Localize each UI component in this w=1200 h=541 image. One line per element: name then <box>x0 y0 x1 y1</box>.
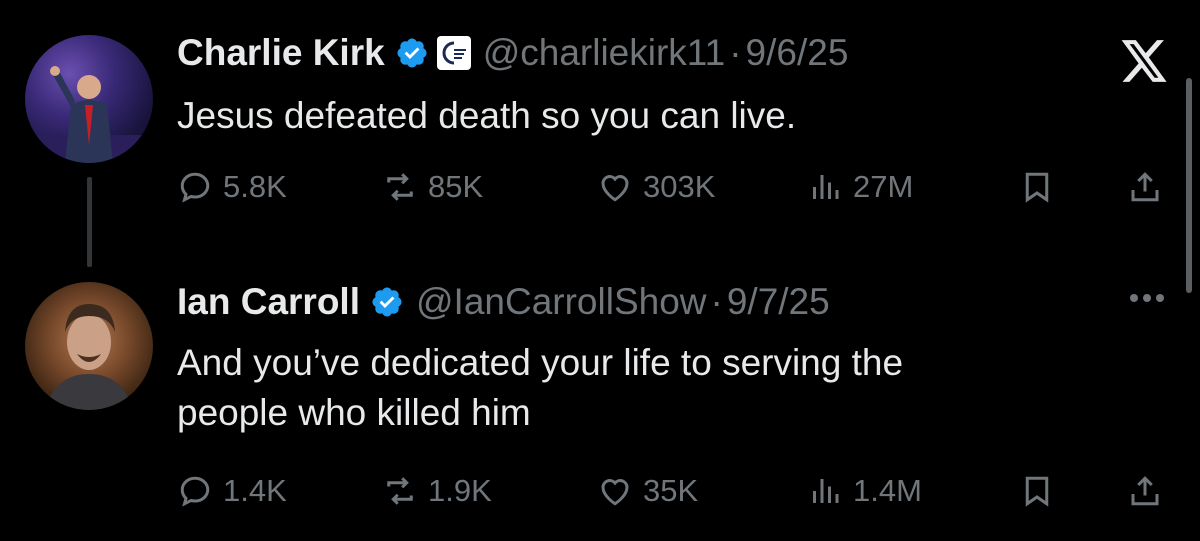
bookmark-button[interactable] <box>1019 167 1065 207</box>
bookmark-icon <box>1025 476 1049 507</box>
share-button[interactable] <box>1127 167 1173 207</box>
like-count: 35K <box>643 473 699 508</box>
separator-dot: · <box>729 32 742 73</box>
tweet-header: Ian Carroll @IanCarrollShow · 9/7/25 <box>177 281 830 323</box>
views-icon <box>813 479 839 503</box>
repost-count: 1.9K <box>428 473 492 508</box>
like-icon <box>601 479 629 506</box>
repost-button[interactable]: 85K <box>382 167 483 207</box>
turning-point-usa-icon <box>442 41 466 65</box>
views-button[interactable]: 1.4M <box>807 471 922 511</box>
more-options-icon[interactable] <box>1130 294 1164 302</box>
tweet-text-line: And you’ve dedicated your life to servin… <box>177 342 904 383</box>
separator-dot: · <box>710 281 723 322</box>
more-dot <box>1156 294 1164 302</box>
views-count: 1.4M <box>853 473 922 508</box>
verified-badge-icon[interactable] <box>370 285 404 319</box>
repost-button[interactable]: 1.9K <box>382 471 492 511</box>
like-button[interactable]: 303K <box>597 167 715 207</box>
like-count: 303K <box>643 169 716 204</box>
share-button[interactable] <box>1127 471 1173 511</box>
reply-count: 1.4K <box>223 473 287 508</box>
more-dot <box>1130 294 1138 302</box>
scrollbar[interactable] <box>1186 78 1192 293</box>
share-icon <box>1131 172 1159 202</box>
views-button[interactable]: 27M <box>807 167 913 207</box>
reply-button[interactable]: 5.8K <box>177 167 287 207</box>
tweet-date[interactable]: 9/7/25 <box>727 281 830 323</box>
reply-icon <box>180 476 210 507</box>
affiliation-badge[interactable] <box>436 36 471 70</box>
author-name[interactable]: Charlie Kirk <box>177 32 385 74</box>
like-button[interactable]: 35K <box>597 471 698 511</box>
reply-count: 5.8K <box>223 169 287 204</box>
thread-connector <box>87 177 92 267</box>
more-dot <box>1143 294 1151 302</box>
reply-icon <box>180 172 210 203</box>
repost-icon <box>387 477 413 505</box>
share-icon <box>1131 476 1159 506</box>
repost-count: 85K <box>428 169 484 204</box>
author-handle[interactable]: @IanCarrollShow <box>416 281 707 323</box>
tweet-text-line: people who killed him <box>177 392 531 433</box>
author-name[interactable]: Ian Carroll <box>177 281 360 323</box>
tweet-text: And you’ve dedicated your life to servin… <box>177 338 903 438</box>
tweet-date[interactable]: 9/6/25 <box>746 32 849 74</box>
tweet-text: Jesus defeated death so you can live. <box>177 95 797 136</box>
bookmark-button[interactable] <box>1019 471 1065 511</box>
views-count: 27M <box>853 169 914 204</box>
x-logo-icon[interactable] <box>1118 38 1170 84</box>
reply-button[interactable]: 1.4K <box>177 471 287 511</box>
author-handle[interactable]: @charliekirk11 <box>483 32 726 74</box>
bookmark-icon <box>1025 172 1049 203</box>
tweet-actions: 1.4K 1.9K 35K 1.4M <box>177 471 1177 511</box>
tweet-header: Charlie Kirk @charliekirk11 · 9/6/25 <box>177 32 848 74</box>
avatar-ian-carroll[interactable] <box>25 282 153 410</box>
avatar-charlie-kirk[interactable] <box>25 35 153 163</box>
verified-badge-icon[interactable] <box>395 36 429 70</box>
tweet-actions: 5.8K 85K 303K 27M <box>177 167 1177 207</box>
views-icon <box>813 175 839 199</box>
like-icon <box>601 175 629 202</box>
repost-icon <box>387 173 413 201</box>
